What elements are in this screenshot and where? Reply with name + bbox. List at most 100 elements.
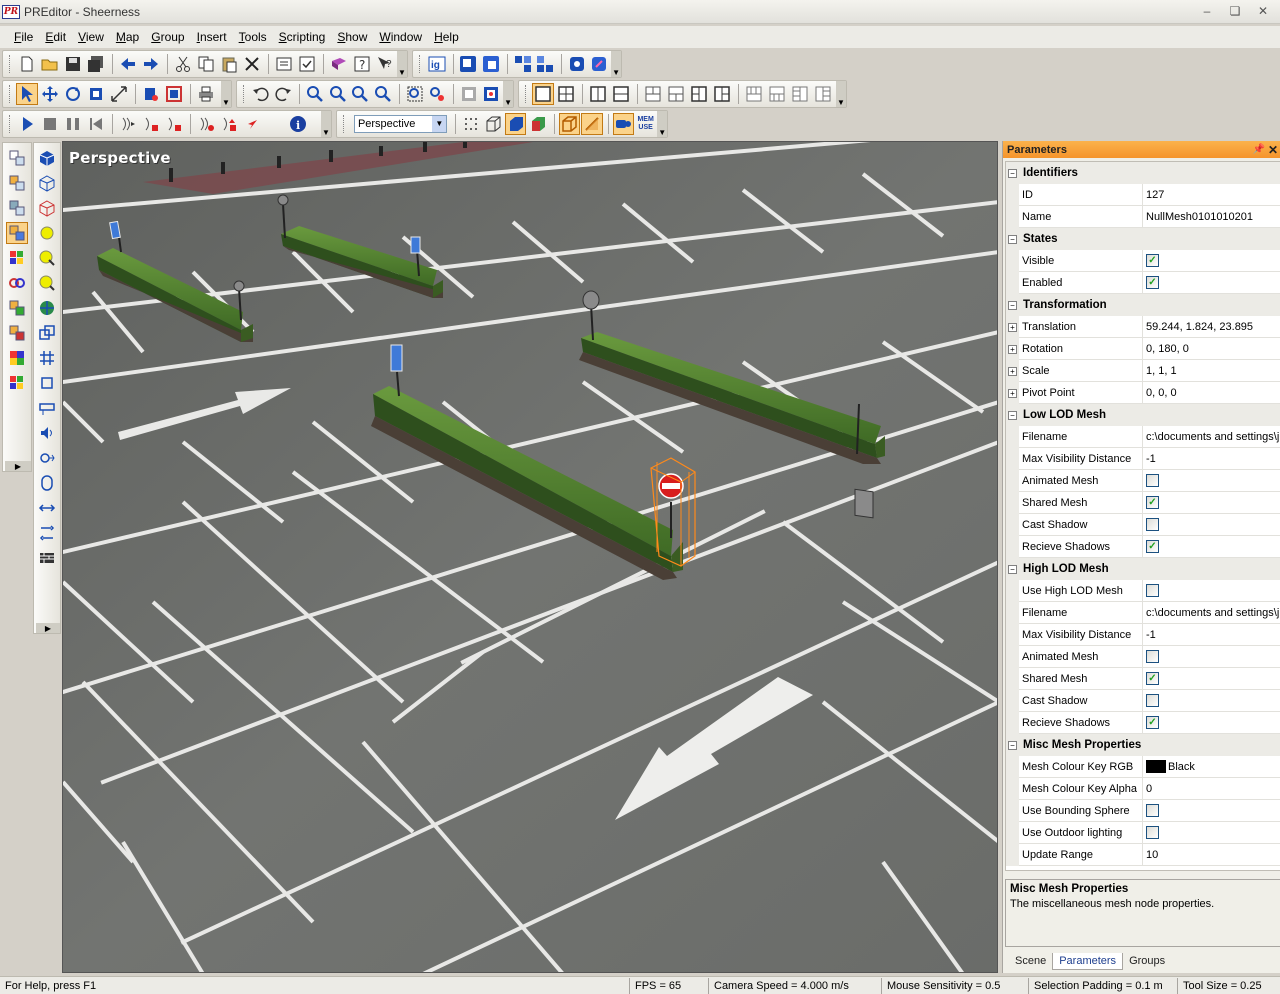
layout-single-icon[interactable] xyxy=(532,83,554,105)
zoom-extents-icon[interactable] xyxy=(372,83,394,105)
layout-quad-icon[interactable] xyxy=(555,83,577,105)
menu-insert[interactable]: Insert xyxy=(191,30,233,44)
find-icon[interactable] xyxy=(426,83,448,105)
grid-row[interactable]: Mesh Colour Key Alpha 0 xyxy=(1006,778,1280,800)
grid-row[interactable]: Shared Mesh ✓ xyxy=(1006,492,1280,514)
expand-icon[interactable]: + xyxy=(1006,382,1019,404)
rotate-icon[interactable] xyxy=(62,83,84,105)
group-close-icon[interactable] xyxy=(589,53,611,75)
book-icon[interactable] xyxy=(328,53,350,75)
sound-stop-icon[interactable] xyxy=(140,113,162,135)
bounding-box-icon[interactable] xyxy=(558,113,581,135)
windows-logo-icon[interactable] xyxy=(6,372,28,394)
close-window-button[interactable]: ✕ xyxy=(1252,3,1274,19)
grid-row[interactable]: Cast Shadow xyxy=(1006,690,1280,712)
grid-row[interactable]: + Scale 1, 1, 1 xyxy=(1006,360,1280,382)
palette-3-icon[interactable] xyxy=(6,197,28,219)
wall-icon[interactable] xyxy=(36,547,58,569)
grid-row[interactable]: Use High LOD Mesh xyxy=(1006,580,1280,602)
trigger-icon[interactable] xyxy=(36,447,58,469)
context-help-icon[interactable]: ? xyxy=(374,53,396,75)
dots-icon[interactable] xyxy=(460,113,481,135)
property-checkbox[interactable]: ✓ xyxy=(1143,712,1280,734)
palette-5-icon[interactable] xyxy=(6,297,28,319)
grid-row[interactable]: Max Visibility Distance -1 xyxy=(1006,448,1280,470)
link-icon[interactable] xyxy=(6,272,28,294)
zoom-icon[interactable] xyxy=(304,83,326,105)
menu-map[interactable]: Map xyxy=(110,30,145,44)
layout-three-right-icon[interactable] xyxy=(812,83,834,105)
property-checkbox[interactable]: ✓ xyxy=(1143,492,1280,514)
zoom-out-icon[interactable] xyxy=(349,83,371,105)
layout-left-split-icon[interactable] xyxy=(688,83,710,105)
clone-icon[interactable] xyxy=(36,322,58,344)
frame-square-icon[interactable] xyxy=(36,372,58,394)
tab-parameters[interactable]: Parameters xyxy=(1052,952,1124,970)
move-icon[interactable] xyxy=(39,83,61,105)
sound-record-icon[interactable] xyxy=(218,113,240,135)
menu-window[interactable]: Window xyxy=(373,30,428,44)
snap-icon[interactable] xyxy=(140,83,162,105)
properties-icon[interactable] xyxy=(273,53,295,75)
group-remove-icon[interactable] xyxy=(534,53,556,75)
light-search-icon[interactable] xyxy=(36,247,58,269)
globe-icon[interactable] xyxy=(36,297,58,319)
grid-row[interactable]: Enabled ✓ xyxy=(1006,272,1280,294)
property-checkbox[interactable]: ✓ xyxy=(1143,536,1280,558)
grid-row[interactable]: + Rotation 0, 180, 0 xyxy=(1006,338,1280,360)
forward-arrow-icon[interactable] xyxy=(140,53,162,75)
info-icon[interactable]: i xyxy=(287,113,309,135)
property-checkbox[interactable] xyxy=(1143,646,1280,668)
grid-row[interactable]: Mesh Colour Key RGB Black xyxy=(1006,756,1280,778)
expand-icon[interactable]: + xyxy=(1006,360,1019,382)
property-value[interactable]: -1 xyxy=(1143,448,1280,470)
layout-three-left-icon[interactable] xyxy=(789,83,811,105)
billboard-icon[interactable] xyxy=(36,397,58,419)
layout-bottom-split-icon[interactable] xyxy=(665,83,687,105)
wireframe-cube-icon[interactable] xyxy=(483,113,504,135)
grid-row[interactable]: ID 127 xyxy=(1006,184,1280,206)
sound-icon[interactable] xyxy=(36,422,58,444)
menu-scripting[interactable]: Scripting xyxy=(273,30,332,44)
grid-row[interactable]: Max Visibility Distance -1 xyxy=(1006,624,1280,646)
property-checkbox[interactable]: ✓ xyxy=(1143,272,1280,294)
solid-cube-icon[interactable] xyxy=(504,113,527,135)
menu-edit[interactable]: Edit xyxy=(39,30,72,44)
property-checkbox[interactable] xyxy=(1143,514,1280,536)
layout-right-split-icon[interactable] xyxy=(711,83,733,105)
property-value[interactable]: 0, 0, 0 xyxy=(1143,382,1280,404)
property-value[interactable]: NullMesh0101010201 xyxy=(1143,206,1280,228)
sound-loop-icon[interactable] xyxy=(195,113,217,135)
property-checkbox[interactable] xyxy=(1143,470,1280,492)
unchecked-checkbox[interactable] xyxy=(1146,826,1159,839)
restore-button[interactable]: ❏ xyxy=(1224,3,1246,19)
play-icon[interactable] xyxy=(16,113,38,135)
zoom-selected-icon[interactable] xyxy=(404,83,426,105)
property-value[interactable]: 127 xyxy=(1143,184,1280,206)
layout-top-split-icon[interactable] xyxy=(642,83,664,105)
perspective-viewport[interactable]: Perspective xyxy=(62,141,998,973)
grid-row[interactable]: Use Bounding Sphere xyxy=(1006,800,1280,822)
grid-category[interactable]: − High LOD Mesh xyxy=(1006,558,1280,580)
toggle-view-icon[interactable] xyxy=(481,83,503,105)
unchecked-checkbox[interactable] xyxy=(1146,584,1159,597)
property-value[interactable]: 0, 180, 0 xyxy=(1143,338,1280,360)
tab-scene[interactable]: Scene xyxy=(1009,953,1052,969)
property-value[interactable]: 0 xyxy=(1143,778,1280,800)
path-icon[interactable] xyxy=(36,497,58,519)
property-checkbox[interactable] xyxy=(1143,580,1280,602)
camera-icon[interactable] xyxy=(612,113,634,135)
grid-row[interactable]: Visible ✓ xyxy=(1006,250,1280,272)
grid-category[interactable]: − States xyxy=(1006,228,1280,250)
grid-row[interactable]: Recieve Shadows ✓ xyxy=(1006,712,1280,734)
checklist-icon[interactable] xyxy=(296,53,318,75)
cut-icon[interactable] xyxy=(172,53,194,75)
mem-use-button[interactable]: MEM USE xyxy=(635,113,656,135)
scale-icon[interactable] xyxy=(85,83,107,105)
save-icon[interactable] xyxy=(62,53,84,75)
red-arrow-icon[interactable] xyxy=(241,113,263,135)
delete-icon[interactable] xyxy=(241,53,263,75)
waypoint-icon[interactable] xyxy=(36,522,58,544)
property-value[interactable]: 1, 1, 1 xyxy=(1143,360,1280,382)
grid-row[interactable]: Filename c:\documents and settings\j xyxy=(1006,602,1280,624)
